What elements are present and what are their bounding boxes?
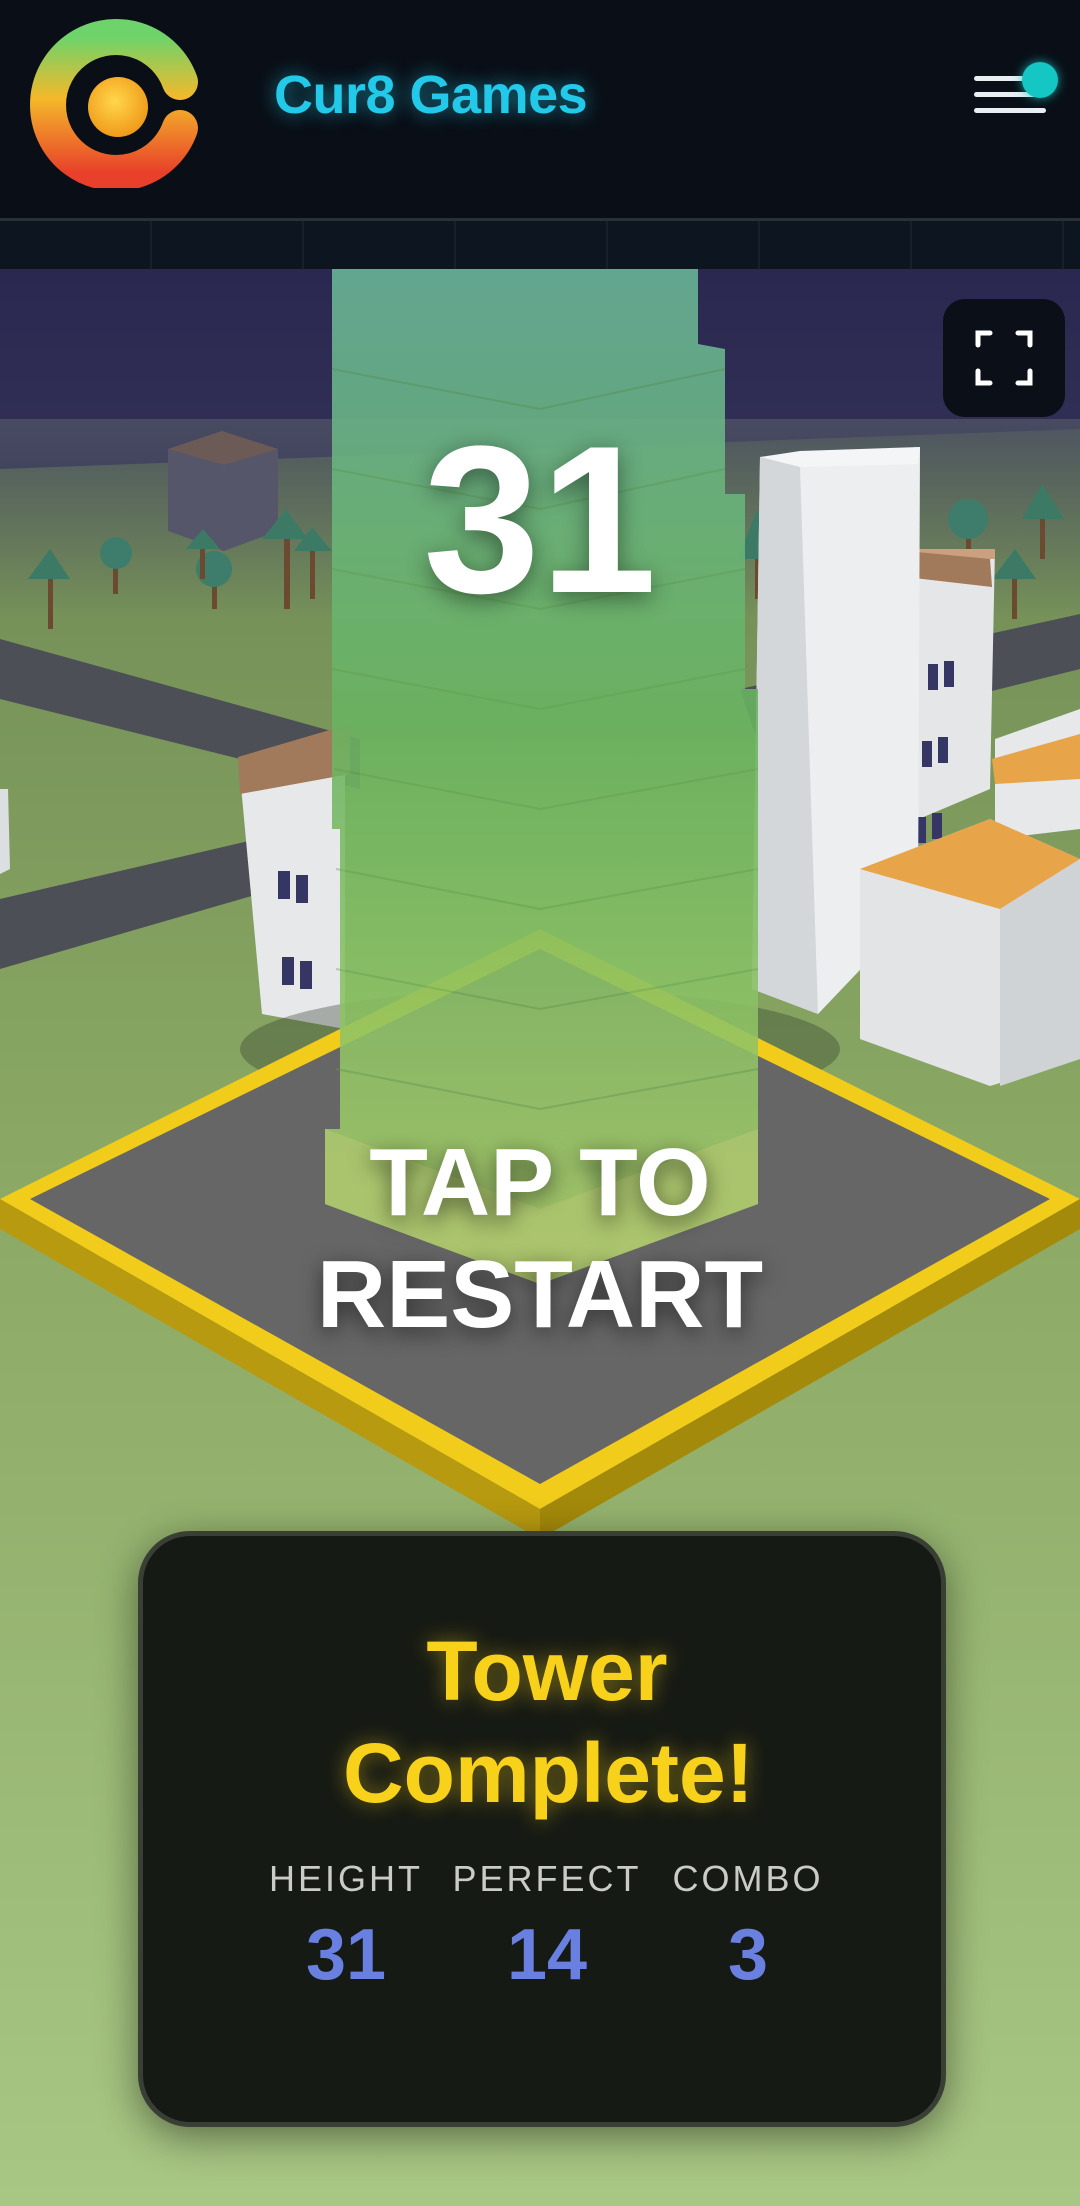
cur8-logo[interactable] (30, 10, 200, 188)
score-display: 31 (423, 402, 657, 637)
result-panel: Tower Complete! HEIGHT 31 PERFECT 14 COM… (138, 1531, 946, 2127)
stat-label: COMBO (672, 1858, 824, 1899)
menu-button[interactable] (970, 62, 1058, 128)
stat-value: 3 (727, 1915, 769, 1995)
notification-dot (1022, 62, 1058, 98)
stat-combo: COMBO 3 (628, 1858, 868, 1996)
result-title: Tower Complete! (343, 1624, 754, 1820)
tap-to-restart[interactable]: TAP TO RESTART (0, 1127, 1080, 1351)
menu-line (974, 108, 1046, 113)
brand-name[interactable]: Cur8 Games (274, 64, 588, 126)
header-divider-strip (0, 221, 1080, 269)
app-header: Cur8 Games (0, 0, 1080, 221)
